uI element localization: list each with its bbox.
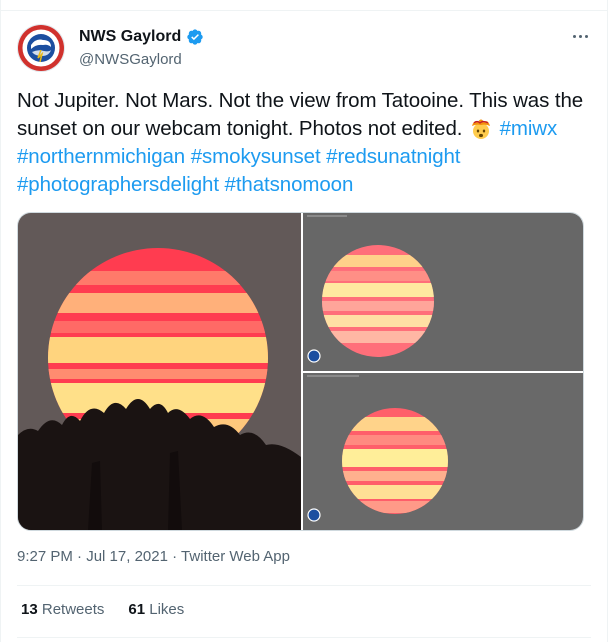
hashtag-link[interactable]: #smokysunset	[191, 145, 321, 168]
media-photo-top-right[interactable]	[303, 213, 583, 371]
media-photo-large[interactable]	[18, 213, 301, 530]
nws-logo-icon[interactable]	[17, 24, 65, 72]
likes-stat[interactable]: 61 Likes	[128, 601, 184, 618]
exploding-head-emoji-icon	[471, 119, 490, 139]
hashtag-link[interactable]: #redsunatnight	[326, 145, 460, 168]
author-handle[interactable]: @NWSGaylord	[79, 51, 182, 68]
top-divider	[1, 10, 607, 11]
tweet-time[interactable]: 9:27 PM	[17, 548, 73, 565]
hashtag-link[interactable]: #miwx	[500, 117, 558, 140]
tweet-body: Not Jupiter. Not Mars. Not the view from…	[17, 89, 584, 140]
more-options-icon[interactable]	[567, 26, 593, 46]
engagement-stats: 13 Retweets 61 Likes	[21, 601, 184, 618]
tweet-meta: 9:27 PM · Jul 17, 2021 · Twitter Web App	[17, 548, 290, 565]
author-name-row: NWS Gaylord	[79, 28, 204, 46]
verified-badge-icon	[187, 29, 203, 45]
media-photo-bottom-right[interactable]	[303, 373, 583, 530]
tweet-card: NWS Gaylord @NWSGaylord Not Jupiter. Not…	[0, 0, 608, 642]
meta-separator: ·	[77, 548, 83, 565]
likes-count: 61	[128, 601, 146, 618]
hashtag-link[interactable]: #northernmichigan	[17, 145, 185, 168]
retweets-stat[interactable]: 13 Retweets	[21, 601, 104, 618]
display-name[interactable]: NWS Gaylord	[79, 28, 181, 46]
tweet-date[interactable]: Jul 17, 2021	[86, 548, 168, 565]
hashtag-link[interactable]: #thatsnomoon	[225, 173, 354, 196]
retweets-label: Retweets	[41, 601, 105, 618]
tweet-text: Not Jupiter. Not Mars. Not the view from…	[17, 87, 587, 199]
divider	[17, 585, 591, 586]
hashtag-link[interactable]: #photographersdelight	[17, 173, 219, 196]
likes-label: Likes	[149, 601, 185, 618]
tweet-source[interactable]: Twitter Web App	[181, 548, 290, 565]
retweets-count: 13	[21, 601, 38, 618]
media-grid	[17, 212, 584, 531]
divider	[17, 637, 591, 638]
meta-separator: ·	[172, 548, 178, 565]
